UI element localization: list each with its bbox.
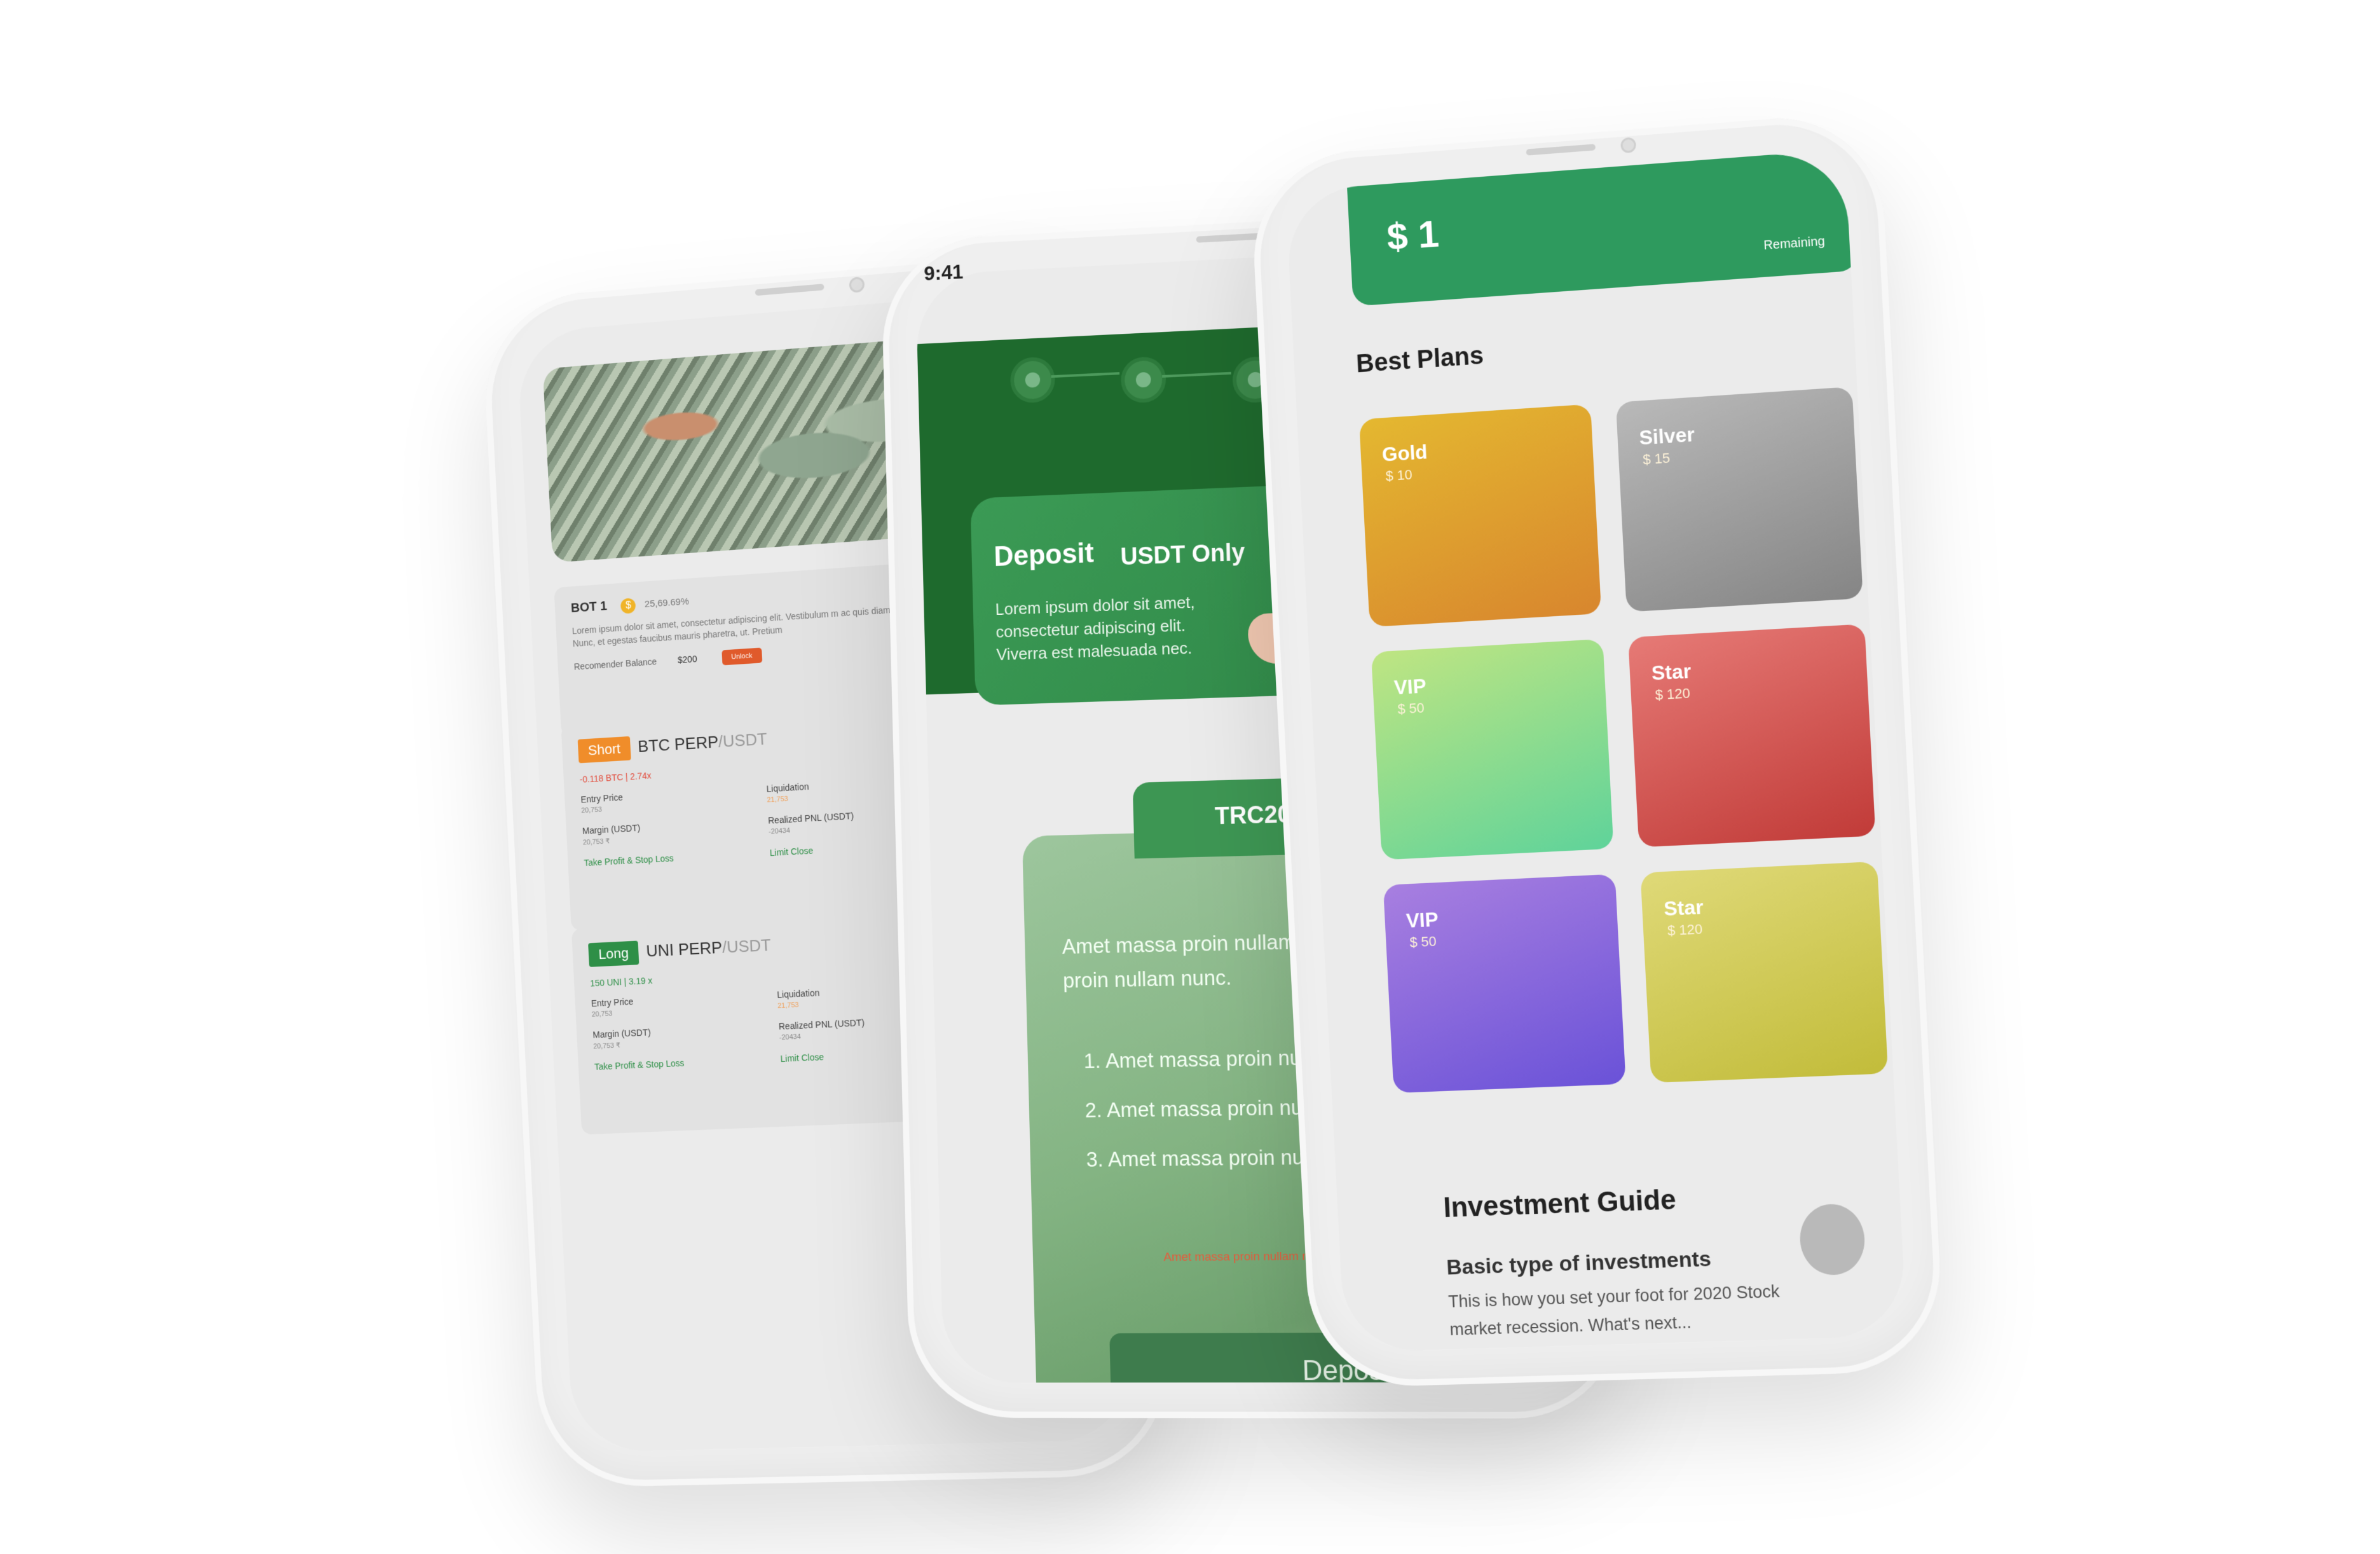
plan-card-star-yellow[interactable]: Star $ 120 bbox=[1640, 861, 1889, 1083]
entry-price: Entry Price 20,753 bbox=[591, 989, 778, 1019]
deposit-title: Deposit bbox=[993, 537, 1095, 572]
deposit-subtitle: USDT Only bbox=[1120, 539, 1246, 571]
deposit-description: Lorem ipsum dolor sit amet, consectetur … bbox=[995, 592, 1195, 664]
investment-guide-title: Investment Guide bbox=[1442, 1184, 1677, 1224]
tp-sl-link[interactable]: Take Profit & Stop Loss bbox=[594, 1054, 781, 1072]
balance-amount: $ 1 bbox=[1386, 212, 1440, 259]
plans-grid: Gold $ 10 Silver $ 15 VIP $ 50 Star $ 12… bbox=[1358, 386, 1901, 1094]
plan-card-gold[interactable]: Gold $ 10 bbox=[1358, 404, 1602, 628]
balance-value: $200 bbox=[677, 653, 697, 665]
long-tag: Long bbox=[588, 940, 639, 967]
dollar-coin-icon: $ bbox=[620, 598, 636, 614]
camera-icon bbox=[849, 276, 865, 293]
pair-name: UNI PERP/USDT bbox=[646, 935, 772, 961]
margin: Margin (USDT) 20,753 ₹ bbox=[592, 1021, 779, 1050]
pair-name: BTC PERP/USDT bbox=[638, 729, 768, 757]
pair-base: BTC PERP bbox=[637, 732, 719, 756]
plan-price: $ 120 bbox=[1667, 921, 1703, 939]
guide-article-desc: This is how you set your foot for 2020 S… bbox=[1447, 1281, 1781, 1339]
plan-price: $ 120 bbox=[1655, 685, 1691, 703]
speaker-slot bbox=[755, 284, 824, 296]
speaker-slot bbox=[1526, 144, 1596, 156]
plan-price: $ 10 bbox=[1385, 466, 1413, 485]
status-time: 9:41 bbox=[923, 260, 964, 285]
plan-name: VIP bbox=[1393, 674, 1427, 699]
plan-price: $ 50 bbox=[1409, 933, 1437, 951]
balance-label: Recomender Balance bbox=[573, 656, 657, 672]
plan-name: Silver bbox=[1638, 422, 1695, 450]
guide-article-title: Basic type of investments bbox=[1446, 1246, 1712, 1280]
plan-name: VIP bbox=[1405, 907, 1439, 932]
pair-base: UNI PERP bbox=[645, 937, 723, 961]
speaker-slot bbox=[1196, 233, 1266, 243]
short-tag: Short bbox=[577, 736, 631, 764]
plan-price: $ 50 bbox=[1397, 699, 1425, 717]
plan-name: Star bbox=[1663, 895, 1704, 921]
bot-percent: 25,69.69% bbox=[644, 596, 690, 610]
balance-note: Remaining bbox=[1763, 234, 1826, 253]
balance-bar: $ 1 Remaining bbox=[1346, 149, 1859, 306]
plan-card-star[interactable]: Star $ 120 bbox=[1628, 624, 1876, 848]
camera-icon bbox=[1620, 137, 1637, 154]
pair-quote: /USDT bbox=[722, 935, 772, 957]
screen-plans: $ 1 Remaining Best Plans Gold $ 10 Silve… bbox=[1285, 149, 1908, 1352]
trc20-warning: Amet massa proin nullam nunc bbox=[1163, 1249, 1329, 1265]
plan-name: Star bbox=[1651, 659, 1692, 685]
plan-price: $ 15 bbox=[1642, 450, 1671, 468]
plan-card-silver[interactable]: Silver $ 15 bbox=[1615, 387, 1863, 612]
entry-price: Entry Price 20,753 bbox=[580, 784, 767, 815]
plan-card-vip-purple[interactable]: VIP $ 50 bbox=[1383, 874, 1626, 1094]
plan-card-vip[interactable]: VIP $ 50 bbox=[1371, 638, 1614, 860]
bot-title: BOT 1 bbox=[570, 599, 608, 615]
tp-sl-link[interactable]: Take Profit & Stop Loss bbox=[584, 848, 770, 868]
phone-plans: $ 1 Remaining Best Plans Gold $ 10 Silve… bbox=[1248, 110, 1946, 1389]
pair-quote: /USDT bbox=[718, 729, 768, 752]
plan-name: Gold bbox=[1381, 440, 1428, 466]
margin: Margin (USDT) 20,753 ₹ bbox=[582, 815, 769, 847]
best-plans-title: Best Plans bbox=[1355, 341, 1484, 378]
unlock-button[interactable]: Unlock bbox=[721, 647, 762, 666]
guide-article[interactable]: Basic type of investments This is how yo… bbox=[1446, 1243, 1831, 1344]
